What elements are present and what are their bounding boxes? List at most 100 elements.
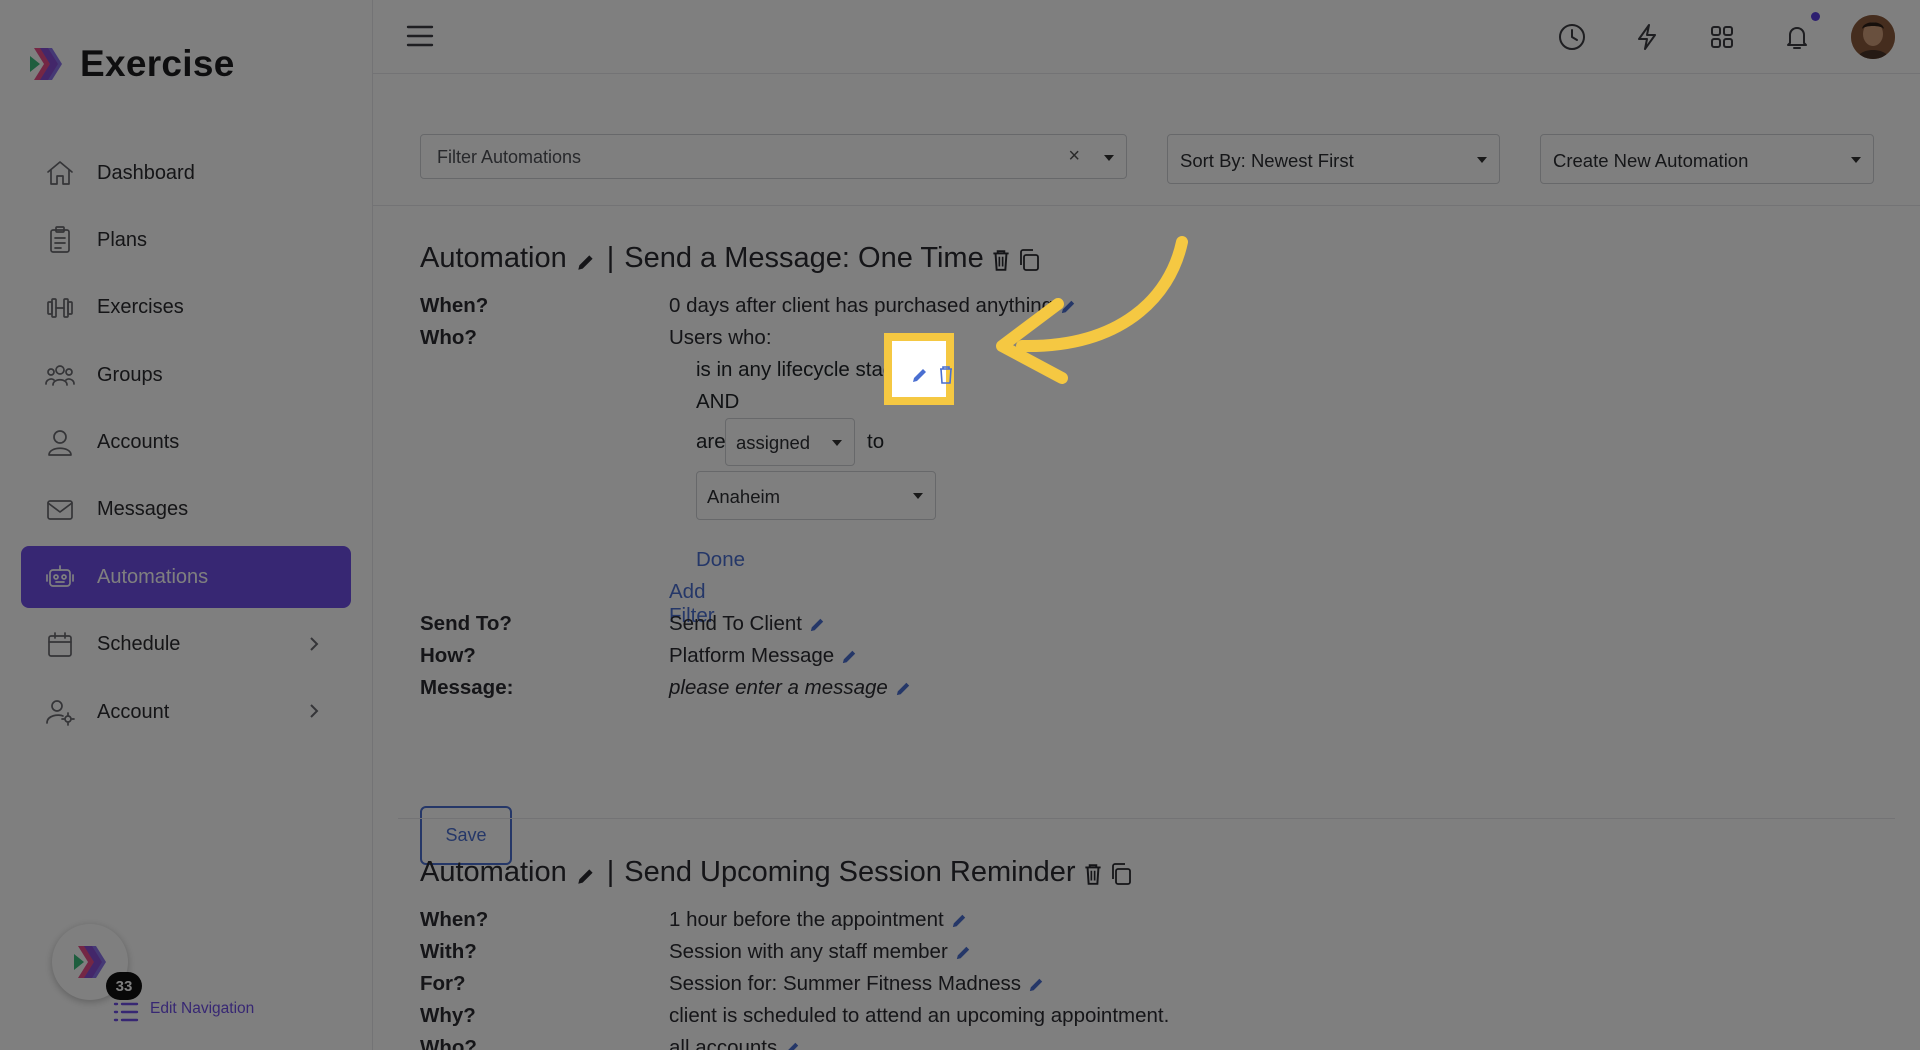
sidebar-item-automations[interactable]: Automations: [21, 546, 351, 609]
avatar[interactable]: [1851, 15, 1895, 59]
who-value: all accounts: [669, 1036, 778, 1050]
pencil-icon[interactable]: [910, 365, 930, 385]
for-value-wrap: Session for: Summer Fitness Madness: [669, 972, 1046, 996]
location-select[interactable]: Anaheim: [696, 471, 936, 520]
pencil-icon[interactable]: [575, 862, 597, 884]
assigned-select[interactable]: assigned: [725, 418, 855, 466]
filter-automations-input[interactable]: Filter Automations ×: [420, 134, 1127, 179]
pencil-icon[interactable]: [894, 679, 913, 698]
sidebar-item-label: Account: [97, 700, 170, 723]
duplicate-icon[interactable]: [1018, 247, 1040, 271]
pencil-icon[interactable]: [1059, 297, 1078, 316]
sidebar-item-account[interactable]: Account: [21, 681, 351, 743]
sidebar-item-label: Accounts: [97, 431, 180, 454]
lightning-icon[interactable]: [1630, 20, 1664, 54]
user-cog-icon: [43, 695, 77, 729]
and-label: AND: [696, 390, 740, 413]
chevron-right-icon: [305, 635, 325, 655]
duplicate-icon[interactable]: [1110, 861, 1132, 885]
edit-navigation[interactable]: 33 Edit Navigation: [52, 924, 282, 1024]
with-label: With?: [420, 940, 477, 963]
pencil-icon[interactable]: [1027, 975, 1046, 994]
send-to-value-wrap: Send To Client: [669, 612, 827, 636]
automation-prefix: Automation: [420, 856, 567, 888]
automation-name: Send a Message: One Time: [624, 242, 984, 274]
why-label: Why?: [420, 1004, 476, 1027]
message-label: Message:: [420, 676, 514, 699]
assigned-row: are: [696, 430, 726, 454]
sidebar-nav: Dashboard Plans Exercises Groups Account…: [21, 142, 351, 749]
why-value: client is scheduled to attend an upcomin…: [669, 1004, 1170, 1027]
bell-icon[interactable]: [1780, 20, 1814, 54]
sidebar-item-label: Schedule: [97, 633, 181, 656]
send-to-value: Send To Client: [669, 612, 802, 635]
menu-icon[interactable]: [406, 23, 434, 49]
message-value-wrap: please enter a message: [669, 676, 913, 700]
automation-title: Automation | Send Upcoming Session Remin…: [420, 856, 1132, 889]
caret-down-icon: [832, 440, 842, 446]
caret-down-icon: [1477, 157, 1487, 163]
sidebar-item-accounts[interactable]: Accounts: [21, 412, 351, 474]
sidebar-item-schedule[interactable]: Schedule: [21, 614, 351, 676]
caret-down-icon: [1851, 157, 1861, 163]
app-logo-icon: [30, 48, 62, 80]
pencil-icon[interactable]: [840, 647, 859, 666]
sidebar-item-label: Dashboard: [97, 161, 195, 184]
clear-icon[interactable]: ×: [1068, 145, 1080, 168]
home-icon: [43, 156, 77, 190]
topbar: [373, 0, 1920, 74]
caret-down-icon: [913, 493, 923, 499]
edit-navigation-label[interactable]: Edit Navigation: [150, 1000, 254, 1018]
title-separator: |: [606, 856, 615, 888]
sidebar-item-label: Messages: [97, 498, 189, 521]
when-value-wrap: 0 days after client has purchased anythi…: [669, 294, 1078, 318]
done-link[interactable]: Done: [696, 548, 745, 572]
sidebar-item-exercises[interactable]: Exercises: [21, 277, 351, 339]
filter-bar: Filter Automations × Sort By: Newest Fir…: [373, 74, 1920, 206]
trash-icon[interactable]: [938, 365, 954, 385]
how-label: How?: [420, 644, 476, 667]
with-value-wrap: Session with any staff member: [669, 940, 973, 964]
sidebar-item-label: Plans: [97, 228, 148, 251]
chevron-right-icon: [305, 702, 325, 722]
pencil-icon[interactable]: [808, 615, 827, 634]
who-label: Who?: [420, 326, 477, 349]
pencil-icon[interactable]: [575, 248, 597, 270]
title-separator: |: [606, 242, 615, 274]
create-select-value: Create New Automation: [1553, 150, 1749, 171]
pencil-icon[interactable]: [950, 911, 969, 930]
to-label: to: [867, 430, 885, 453]
user-avatar-icon: [1851, 15, 1895, 59]
who-value-wrap: all accounts: [669, 1036, 802, 1050]
app-logo-icon: [74, 946, 106, 978]
sidebar-item-plans[interactable]: Plans: [21, 209, 351, 271]
trash-icon[interactable]: [1082, 861, 1104, 885]
brand[interactable]: Exercise: [26, 43, 235, 85]
clock-icon[interactable]: [1555, 20, 1589, 54]
sidebar-item-label: Exercises: [97, 296, 184, 319]
pencil-icon[interactable]: [783, 1039, 802, 1050]
with-value: Session with any staff member: [669, 940, 948, 963]
when-value-wrap: 1 hour before the appointment: [669, 908, 969, 932]
and-row: AND: [696, 390, 739, 414]
users-icon: [43, 358, 77, 392]
sidebar-item-dashboard[interactable]: Dashboard: [21, 142, 351, 204]
when-value: 0 days after client has purchased anythi…: [669, 294, 1054, 317]
when-label: When?: [420, 908, 489, 931]
sidebar-item-messages[interactable]: Messages: [21, 479, 351, 541]
how-value: Platform Message: [669, 644, 835, 667]
dumbbell-icon: [43, 291, 77, 325]
message-value: please enter a message: [669, 676, 888, 699]
apps-grid-icon[interactable]: [1705, 20, 1739, 54]
highlight-box: [884, 333, 954, 405]
for-label: For?: [420, 972, 466, 995]
pencil-icon[interactable]: [954, 943, 973, 962]
sidebar-item-groups[interactable]: Groups: [21, 344, 351, 406]
notification-dot: [1811, 12, 1820, 21]
trash-icon[interactable]: [990, 247, 1012, 271]
main-content: Filter Automations × Sort By: Newest Fir…: [373, 74, 1920, 1050]
caret-down-icon[interactable]: [1104, 155, 1114, 161]
create-automation-select[interactable]: Create New Automation: [1540, 134, 1874, 184]
sort-select[interactable]: Sort By: Newest First: [1167, 134, 1500, 184]
automation-prefix: Automation: [420, 242, 567, 274]
